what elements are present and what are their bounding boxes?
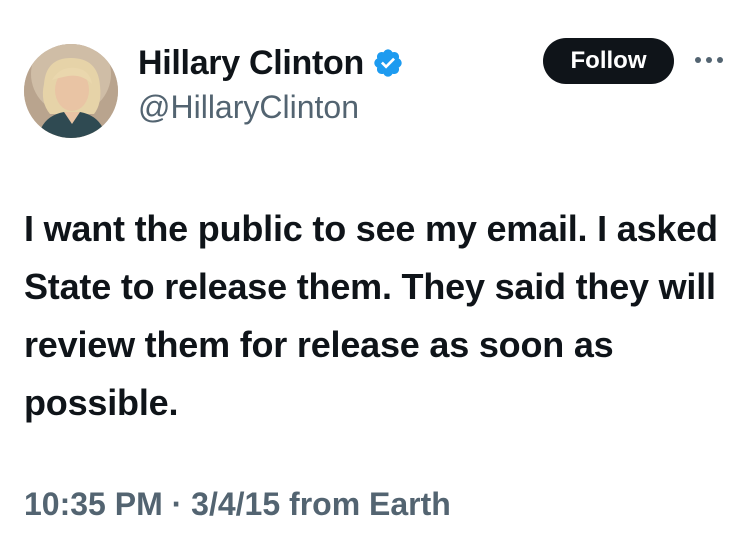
- user-handle[interactable]: @HillaryClinton: [138, 88, 404, 126]
- display-name[interactable]: Hillary Clinton: [138, 44, 364, 82]
- tweet-card: Hillary Clinton @HillaryClinton Follow I…: [0, 0, 750, 546]
- meta-separator: ·: [171, 486, 183, 522]
- tweet-meta: 10:35 PM · 3/4/15 from Earth: [24, 482, 451, 526]
- profile-photo: [24, 44, 118, 138]
- user-info: Hillary Clinton @HillaryClinton: [138, 44, 404, 126]
- verified-badge-icon: [372, 47, 404, 79]
- avatar[interactable]: [24, 44, 118, 138]
- tweet-source: from Earth: [289, 486, 451, 522]
- tweet-time[interactable]: 10:35 PM: [24, 486, 163, 522]
- follow-button[interactable]: Follow: [543, 38, 674, 84]
- tweet-date[interactable]: 3/4/15: [191, 486, 280, 522]
- tweet-text: I want the public to see my email. I ask…: [24, 208, 718, 423]
- more-options-icon[interactable]: [692, 52, 726, 68]
- name-row: Hillary Clinton: [138, 44, 404, 82]
